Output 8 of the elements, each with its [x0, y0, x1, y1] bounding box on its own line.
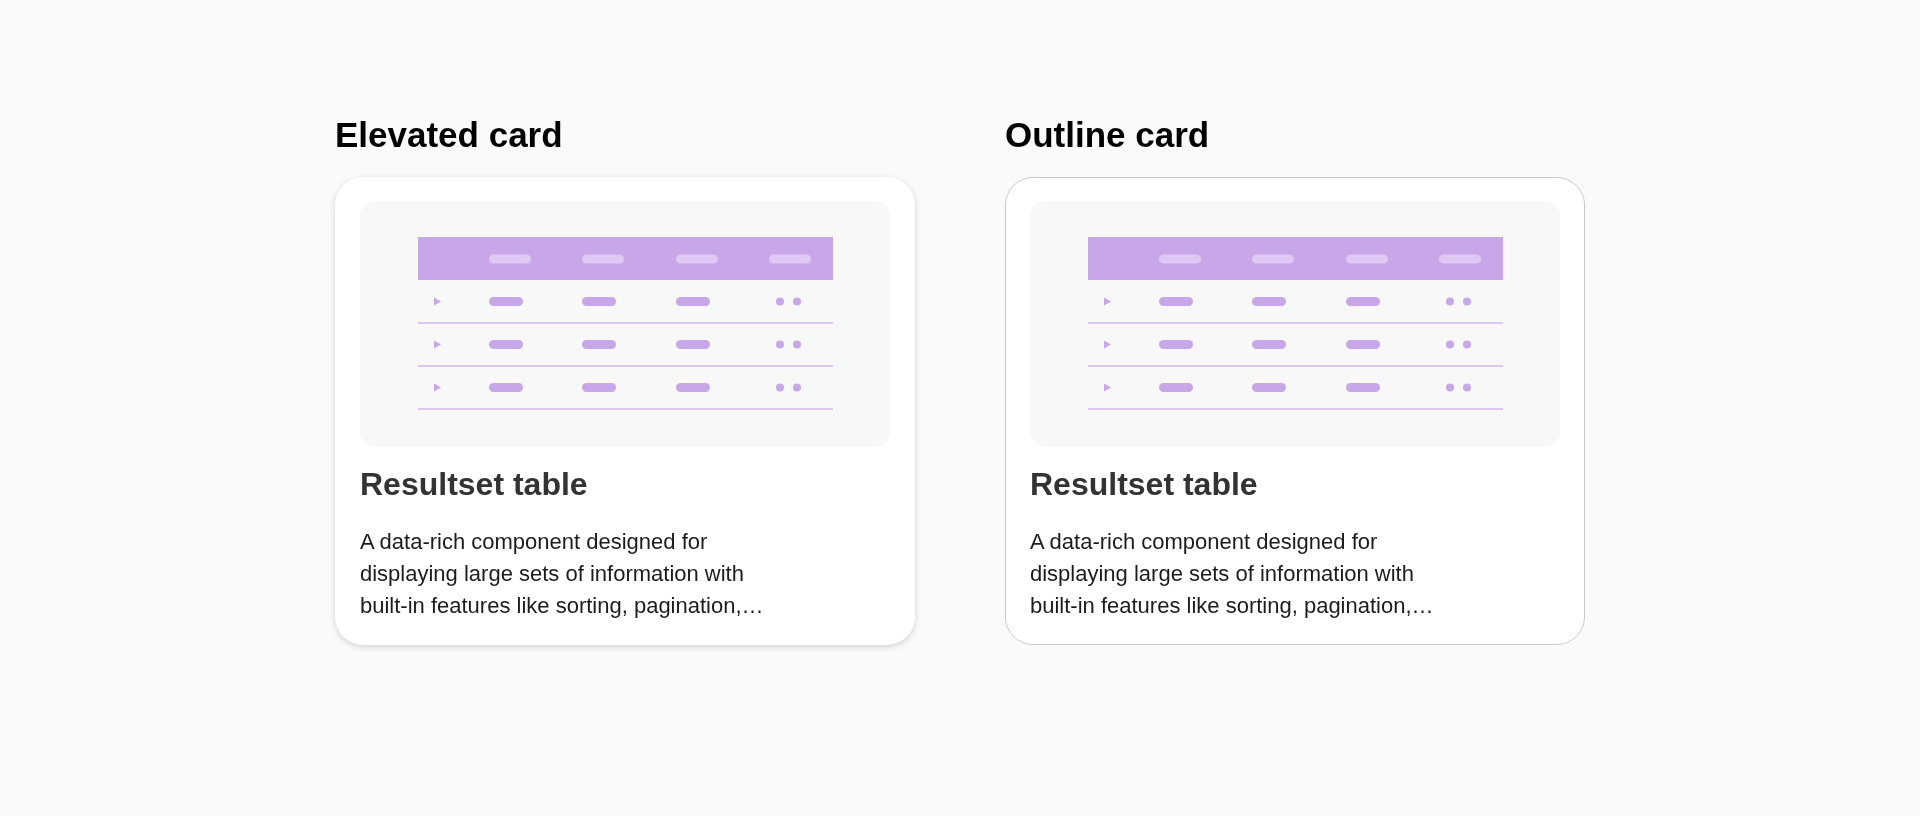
card-description: A data-rich component designed for displaying large sets of information with built-in features like sorting, pagination,…: [1030, 528, 1435, 620]
card-description: A data-rich component designed for displaying large sets of information with built-in features like sorting, pagination,…: [360, 528, 765, 620]
outline-card[interactable]: Resultset table A data-rich component designed for displaying large sets of information with built-in features like sorting, pagination,…: [1005, 177, 1585, 645]
section-heading: Outline card: [1005, 114, 1210, 156]
card-title: Resultset table: [360, 465, 588, 504]
elevated-card[interactable]: Resultset table A data-rich component designed for displaying large sets of information with built-in features like sorting, pagination,…: [335, 177, 915, 645]
section-heading: Elevated card: [335, 114, 563, 156]
card-title: Resultset table: [1030, 465, 1258, 504]
